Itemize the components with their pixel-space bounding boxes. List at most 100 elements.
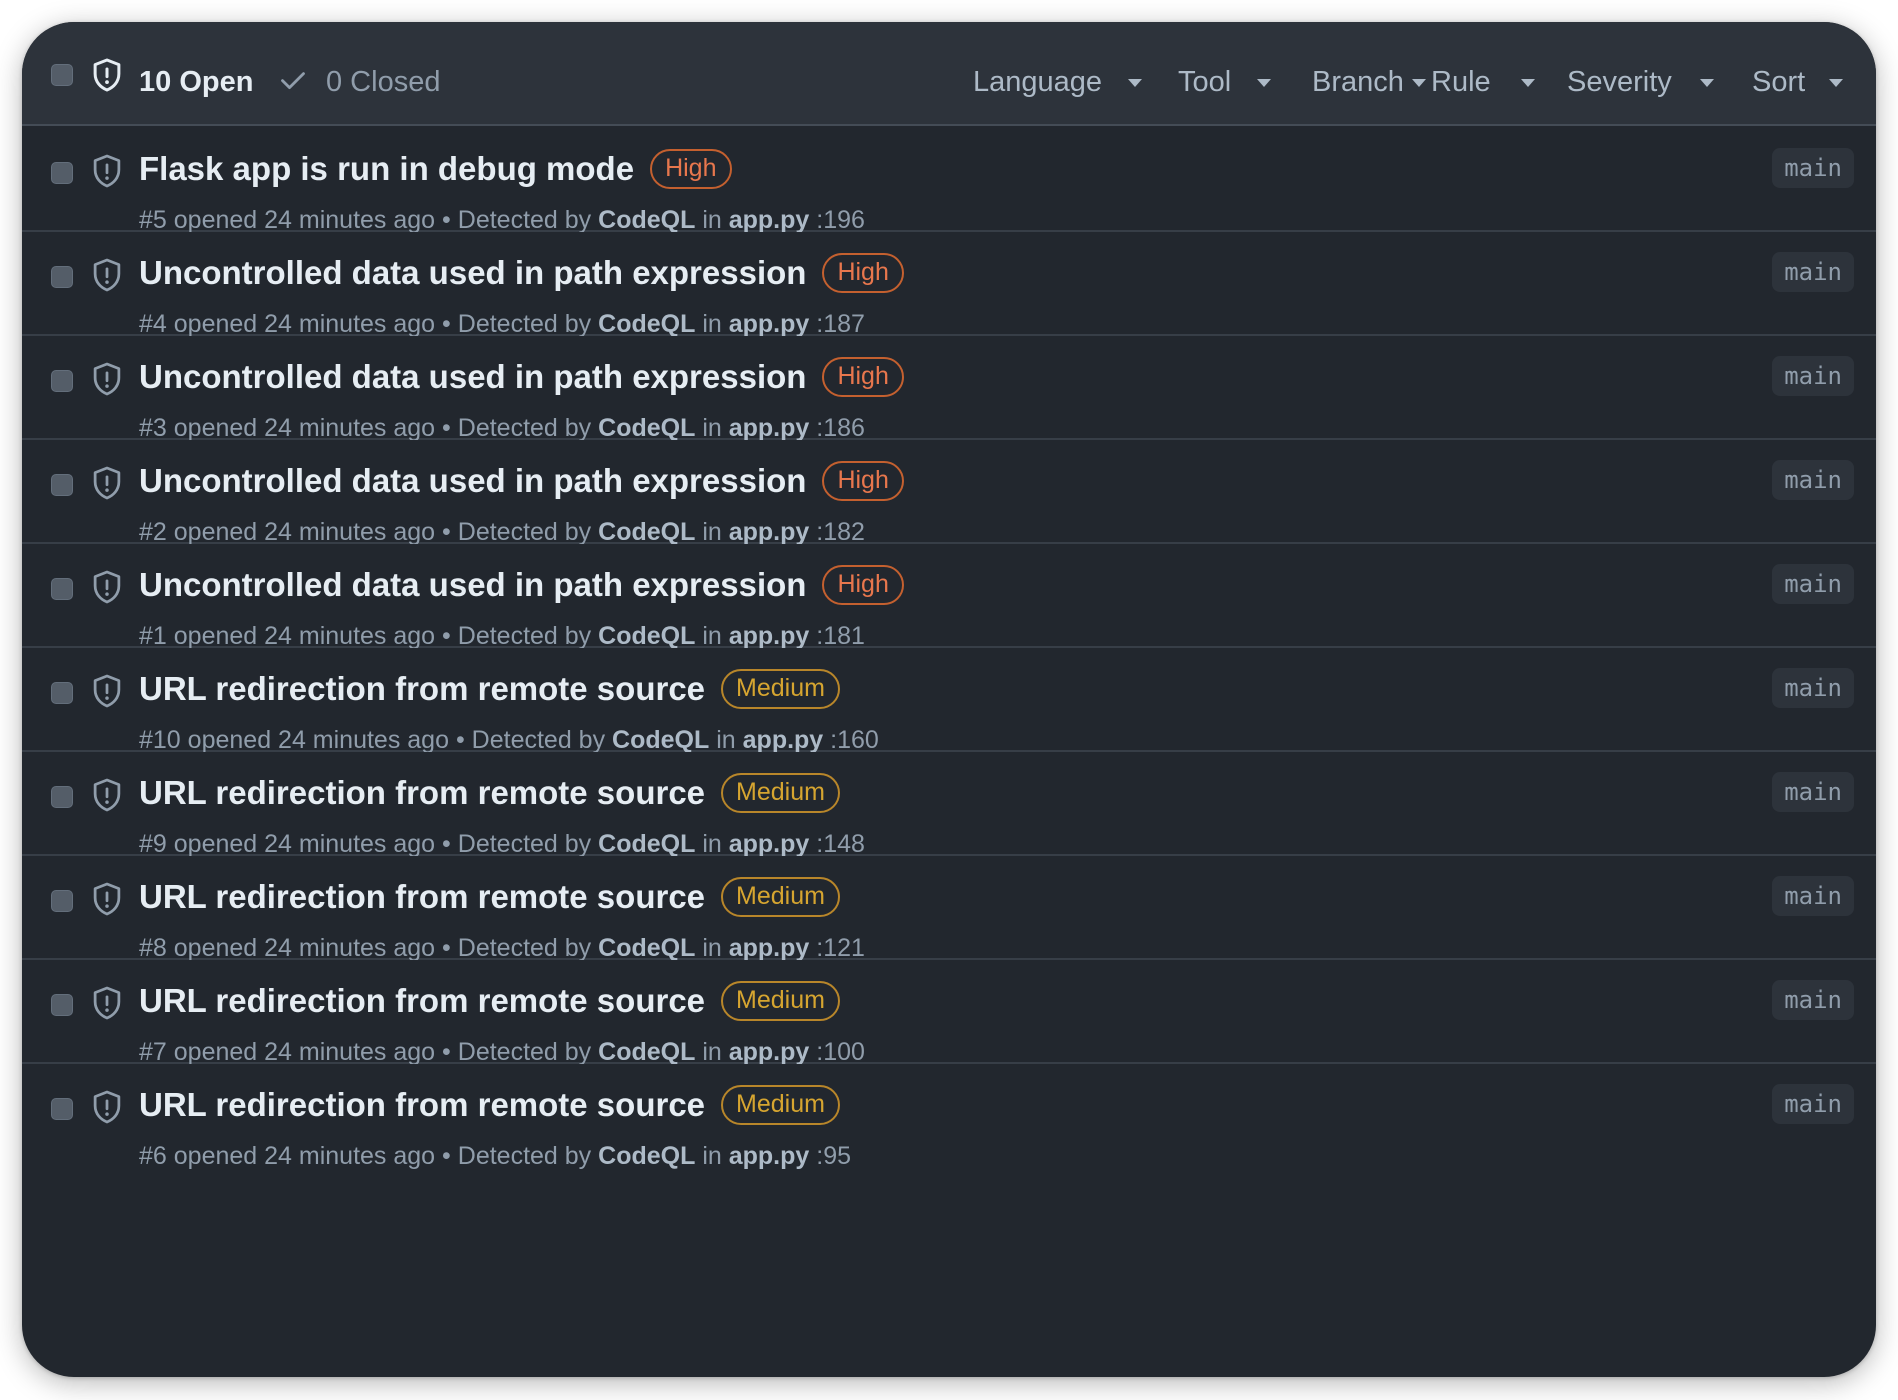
alert-title-link[interactable]: URL redirection from remote source <box>139 774 705 811</box>
detected-by-label: Detected by <box>457 206 592 234</box>
tool-name: CodeQL <box>598 830 696 858</box>
alert-row[interactable]: URL redirection from remote source Medium… <box>22 1064 1876 1170</box>
branch-label: main <box>1772 252 1854 292</box>
alert-checkbox[interactable] <box>51 994 73 1016</box>
alert-title-link[interactable]: Uncontrolled data used in path expressio… <box>139 358 806 395</box>
severity-badge: Medium <box>721 981 840 1022</box>
in-label: in <box>702 518 722 546</box>
severity-badge: High <box>822 253 904 294</box>
in-label: in <box>702 1038 722 1066</box>
alert-opened-time: opened 24 minutes ago <box>173 622 436 650</box>
rule-filter[interactable]: Rule <box>1431 66 1535 99</box>
alert-title-link[interactable]: URL redirection from remote source <box>139 982 705 1019</box>
tool-filter[interactable]: Tool <box>1178 66 1272 99</box>
alert-meta: #3 opened 24 minutes ago • Detected by C… <box>139 414 865 443</box>
alert-title-link[interactable]: URL redirection from remote source <box>139 1086 705 1123</box>
closed-alerts-tab[interactable]: 0 Closed <box>326 66 440 99</box>
severity-filter[interactable]: Severity <box>1567 66 1714 99</box>
alert-title-link[interactable]: URL redirection from remote source <box>139 670 705 707</box>
alert-title-line: URL redirection from remote source Medium <box>139 981 840 1023</box>
alert-number: #3 <box>139 414 167 442</box>
branch-label: main <box>1772 460 1854 500</box>
in-label: in <box>702 622 722 650</box>
alert-number: #8 <box>139 934 167 962</box>
tool-name: CodeQL <box>598 1038 696 1066</box>
alert-opened-time: opened 24 minutes ago <box>173 934 436 962</box>
line-number: :100 <box>816 1038 865 1066</box>
severity-badge: Medium <box>721 669 840 710</box>
severity-badge: High <box>822 357 904 398</box>
in-label: in <box>702 310 722 338</box>
alert-row[interactable]: Uncontrolled data used in path expressio… <box>22 336 1876 443</box>
tool-name: CodeQL <box>598 414 696 442</box>
shield-icon <box>93 466 121 500</box>
branch-filter[interactable]: Branch <box>1312 66 1426 99</box>
alert-row[interactable]: URL redirection from remote source Medium… <box>22 960 1876 1066</box>
alert-checkbox[interactable] <box>51 370 73 392</box>
line-number: :181 <box>816 622 865 650</box>
alert-title-link[interactable]: Uncontrolled data used in path expressio… <box>139 566 806 603</box>
severity-filter-label: Severity <box>1567 66 1672 98</box>
line-number: :160 <box>830 726 879 754</box>
line-number: :148 <box>816 830 865 858</box>
branch-label: main <box>1772 668 1854 708</box>
severity-badge: High <box>822 461 904 502</box>
detected-by-label: Detected by <box>457 1142 592 1170</box>
alert-checkbox[interactable] <box>51 266 73 288</box>
alert-checkbox[interactable] <box>51 474 73 496</box>
alert-title-link[interactable]: Uncontrolled data used in path expressio… <box>139 254 806 291</box>
alert-title-link[interactable]: URL redirection from remote source <box>139 878 705 915</box>
alert-title-link[interactable]: Uncontrolled data used in path expressio… <box>139 462 806 499</box>
alert-row[interactable]: Flask app is run in debug mode High #5 op… <box>22 128 1876 234</box>
severity-badge: High <box>650 149 732 190</box>
branch-label: main <box>1772 148 1854 188</box>
alert-meta: #8 opened 24 minutes ago • Detected by C… <box>139 934 865 963</box>
alert-meta: #10 opened 24 minutes ago • Detected by … <box>139 726 879 755</box>
select-all-checkbox[interactable] <box>51 64 73 86</box>
alert-title-line: URL redirection from remote source Medium <box>139 1085 840 1127</box>
sort-filter[interactable]: Sort <box>1752 66 1844 99</box>
alert-checkbox[interactable] <box>51 162 73 184</box>
alert-row[interactable]: URL redirection from remote source Medium… <box>22 856 1876 963</box>
file-name: app.py <box>728 206 810 234</box>
alert-checkbox[interactable] <box>51 1098 73 1120</box>
alert-title-line: Flask app is run in debug mode High <box>139 149 732 191</box>
branch-label: main <box>1772 772 1854 812</box>
alert-row[interactable]: Uncontrolled data used in path expressio… <box>22 232 1876 338</box>
branch-label: main <box>1772 876 1854 916</box>
alert-checkbox[interactable] <box>51 890 73 912</box>
detected-by-label: Detected by <box>457 622 592 650</box>
alert-title-line: Uncontrolled data used in path expressio… <box>139 461 904 503</box>
in-label: in <box>702 1142 722 1170</box>
meta-separator: • <box>442 1038 451 1066</box>
alert-checkbox[interactable] <box>51 682 73 704</box>
alert-row[interactable]: URL redirection from remote source Medium… <box>22 648 1876 755</box>
language-filter-label: Language <box>973 66 1103 98</box>
file-name: app.py <box>728 934 810 962</box>
line-number: :121 <box>816 934 865 962</box>
alert-row[interactable]: Uncontrolled data used in path expressio… <box>22 440 1876 546</box>
alert-number: #6 <box>139 1142 167 1170</box>
alert-number: #4 <box>139 310 167 338</box>
caret-down-icon <box>1411 78 1426 87</box>
open-alerts-tab[interactable]: 10 Open <box>139 66 253 99</box>
alert-row[interactable]: Uncontrolled data used in path expressio… <box>22 544 1876 650</box>
language-filter[interactable]: Language <box>973 66 1143 99</box>
alert-number: #1 <box>139 622 167 650</box>
file-name: app.py <box>728 414 810 442</box>
alerts-toolbar: 10 Open 0 Closed Language Tool Branch Ru… <box>22 22 1876 126</box>
meta-separator: • <box>442 310 451 338</box>
alert-checkbox[interactable] <box>51 786 73 808</box>
shield-icon <box>93 986 121 1020</box>
in-label: in <box>702 934 722 962</box>
alert-checkbox[interactable] <box>51 578 73 600</box>
alert-number: #10 <box>139 726 181 754</box>
shield-icon <box>93 154 121 188</box>
caret-down-icon <box>1829 78 1844 87</box>
tool-name: CodeQL <box>598 206 696 234</box>
alert-opened-time: opened 24 minutes ago <box>173 518 436 546</box>
in-label: in <box>702 414 722 442</box>
alert-title-link[interactable]: Flask app is run in debug mode <box>139 150 634 187</box>
alert-row[interactable]: URL redirection from remote source Medium… <box>22 752 1876 858</box>
shield-icon <box>93 362 121 396</box>
